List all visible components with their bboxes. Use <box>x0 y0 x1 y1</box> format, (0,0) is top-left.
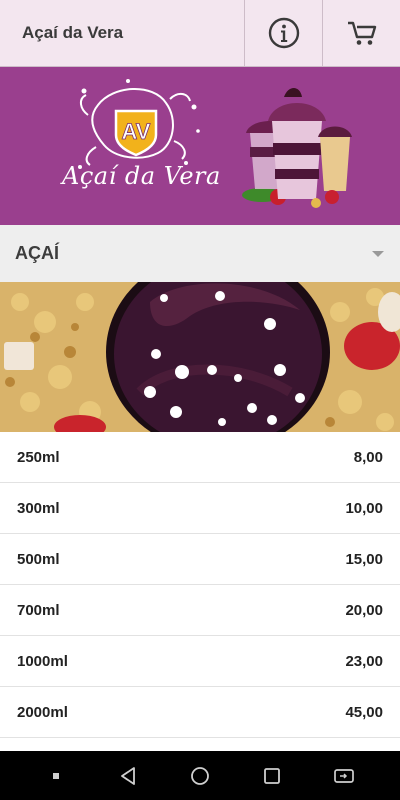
nav-home-button[interactable] <box>180 756 220 796</box>
item-size: 700ml <box>17 601 60 619</box>
item-price: 8,00 <box>353 448 383 466</box>
cart-icon <box>347 21 376 45</box>
store-banner: AV Açaí da Vera <box>0 67 400 225</box>
info-button[interactable] <box>244 0 322 66</box>
cart-button[interactable] <box>322 0 400 66</box>
logo-wordmark: Açaí da Vera <box>62 162 221 190</box>
price-list: 250ml 8,00 300ml 10,00 500ml 15,00 700ml… <box>0 432 400 738</box>
item-price: 10,00 <box>345 499 383 517</box>
acai-cups-image <box>242 88 352 208</box>
nav-recents-button[interactable] <box>252 756 292 796</box>
menu-item-2000ml[interactable]: 2000ml 45,00 <box>0 687 400 738</box>
item-price: 15,00 <box>345 550 383 568</box>
dot-icon <box>53 772 59 779</box>
item-price: 23,00 <box>345 652 383 670</box>
item-size: 250ml <box>17 448 60 466</box>
home-icon <box>191 766 209 785</box>
item-size: 2000ml <box>17 703 68 721</box>
item-price: 45,00 <box>345 703 383 721</box>
app-header: Açaí da Vera <box>0 0 400 67</box>
category-acai-header[interactable]: AÇAÍ <box>0 225 400 282</box>
category-label: AÇAÍ <box>15 243 59 263</box>
menu-item-1000ml[interactable]: 1000ml 23,00 <box>0 636 400 687</box>
back-icon <box>121 766 135 785</box>
nav-rotate-button[interactable] <box>324 756 364 796</box>
menu-item-250ml[interactable]: 250ml 8,00 <box>0 432 400 483</box>
menu-item-500ml[interactable]: 500ml 15,00 <box>0 534 400 585</box>
rotate-icon <box>334 768 354 783</box>
logo-letters: AV <box>122 119 151 144</box>
menu-item-700ml[interactable]: 700ml 20,00 <box>0 585 400 636</box>
nav-back-button[interactable] <box>108 756 148 796</box>
menu-item-300ml[interactable]: 300ml 10,00 <box>0 483 400 534</box>
item-size: 1000ml <box>17 652 68 670</box>
caret-down-icon <box>372 250 384 257</box>
acai-bowl-image <box>0 282 400 432</box>
item-size: 500ml <box>17 550 60 568</box>
info-icon <box>268 17 299 49</box>
nav-dot-button[interactable] <box>36 756 76 796</box>
recents-icon <box>264 767 280 784</box>
app-title: Açaí da Vera <box>22 23 124 42</box>
item-size: 300ml <box>17 499 60 517</box>
item-price: 20,00 <box>345 601 383 619</box>
system-nav-bar <box>0 751 400 800</box>
